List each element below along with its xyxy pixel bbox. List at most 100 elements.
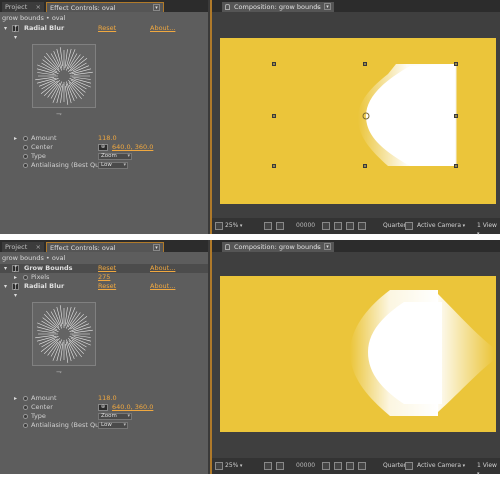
tab-composition[interactable]: Composition: grow bounds × ▾ [222, 2, 334, 12]
stopwatch-icon[interactable] [23, 136, 28, 141]
preview-toggle-icon[interactable] [215, 462, 223, 470]
panel-menu-icon[interactable]: ▾ [324, 243, 331, 250]
antialiasing-dropdown[interactable]: Low [98, 162, 128, 169]
radial-blur-preview[interactable] [32, 44, 96, 108]
tab-project[interactable]: Project × [2, 2, 44, 12]
twirl-closed-icon[interactable]: ▸ [14, 134, 17, 143]
close-icon[interactable]: × [315, 242, 320, 252]
layer-handle[interactable] [272, 114, 276, 118]
comp-canvas[interactable] [220, 276, 496, 432]
region-icon[interactable] [405, 462, 413, 470]
lock-icon[interactable] [225, 4, 230, 10]
param-row-pixels[interactable]: ▸ Pixels 275 [0, 273, 208, 282]
panel-menu-icon[interactable]: ▾ [153, 4, 160, 11]
param-row-amount[interactable]: ▸ Amount 118.0 [0, 394, 208, 403]
about-link[interactable]: About... [150, 282, 175, 291]
safe-zones-icon[interactable] [264, 222, 272, 230]
close-icon[interactable]: × [36, 242, 41, 252]
comp-viewer[interactable] [212, 12, 500, 218]
fx-toggle-icon[interactable]: ƒ [12, 265, 19, 272]
timecode[interactable]: 00000 [296, 462, 315, 470]
show-snapshot-icon[interactable] [334, 222, 342, 230]
camera-dropdown[interactable]: Active Camera [417, 222, 465, 230]
twirl-open-icon[interactable]: ▾ [14, 291, 17, 300]
param-row-antialiasing[interactable]: Antialiasing (Best Quali Low [0, 161, 208, 170]
twirl-open-icon[interactable]: ▾ [14, 33, 17, 42]
tab-project[interactable]: Project × [2, 242, 44, 252]
close-icon[interactable]: × [315, 2, 320, 12]
crosshair-icon[interactable]: ⊕ [98, 144, 108, 151]
stopwatch-icon[interactable] [23, 396, 28, 401]
param-row-antialiasing[interactable]: Antialiasing (Best Quali Low [0, 421, 208, 430]
stopwatch-icon[interactable] [23, 414, 28, 419]
layer-handle[interactable] [272, 164, 276, 168]
tab-effect-controls[interactable]: Effect Controls: oval ▾ [46, 2, 164, 12]
twirl-open-icon[interactable]: ▾ [4, 264, 7, 273]
region-icon[interactable] [405, 222, 413, 230]
close-icon[interactable]: × [36, 2, 41, 12]
tab-effect-controls[interactable]: Effect Controls: oval ▾ [46, 242, 164, 252]
twirl-closed-icon[interactable]: ▸ [14, 273, 17, 282]
preview-toggle-icon[interactable] [215, 222, 223, 230]
snapshot-icon[interactable] [322, 462, 330, 470]
color-icon[interactable] [358, 222, 366, 230]
view-layout-dropdown[interactable]: 1 View [477, 222, 500, 230]
param-row-type[interactable]: Type Zoom [0, 152, 208, 161]
layer-handle[interactable] [454, 62, 458, 66]
amount-value[interactable]: 118.0 [98, 134, 117, 143]
channel-icon[interactable] [346, 222, 354, 230]
param-row-center[interactable]: Center ⊕ 640.0, 360.0 [0, 403, 208, 412]
comp-canvas[interactable] [220, 38, 496, 204]
tab-composition[interactable]: Composition: grow bounds × ▾ [222, 242, 334, 252]
oval-layer[interactable] [220, 276, 496, 432]
show-snapshot-icon[interactable] [334, 462, 342, 470]
about-link[interactable]: About... [150, 24, 175, 33]
type-dropdown[interactable]: Zoom [98, 153, 132, 160]
pixels-value[interactable]: 275 [98, 273, 110, 282]
zoom-dropdown[interactable]: 25% [225, 222, 242, 230]
stopwatch-icon[interactable] [23, 275, 28, 280]
lock-icon[interactable] [225, 244, 230, 250]
layer-handle[interactable] [454, 164, 458, 168]
param-row-amount[interactable]: ▸ Amount 118.0 [0, 134, 208, 143]
center-value[interactable]: 640.0, 360.0 [112, 143, 153, 152]
radial-blur-preview[interactable] [32, 302, 96, 366]
reset-link[interactable]: Reset [98, 24, 116, 33]
layer-handle[interactable] [363, 62, 367, 66]
amount-value[interactable]: 118.0 [98, 394, 117, 403]
stopwatch-icon[interactable] [23, 145, 28, 150]
stopwatch-icon[interactable] [23, 405, 28, 410]
layer-handle[interactable] [454, 114, 458, 118]
param-row-center[interactable]: Center ⊕ 640.0, 360.0 [0, 143, 208, 152]
type-dropdown[interactable]: Zoom [98, 413, 132, 420]
grid-icon[interactable] [276, 462, 284, 470]
reset-link[interactable]: Reset [98, 282, 116, 291]
stopwatch-icon[interactable] [23, 163, 28, 168]
safe-zones-icon[interactable] [264, 462, 272, 470]
channel-icon[interactable] [346, 462, 354, 470]
snapshot-icon[interactable] [322, 222, 330, 230]
fx-toggle-icon[interactable]: ƒ [12, 25, 19, 32]
effect-row-radial-blur[interactable]: ▾ ƒ Radial Blur Reset About... [0, 282, 208, 291]
stopwatch-icon[interactable] [23, 423, 28, 428]
zoom-dropdown[interactable]: 25% [225, 462, 242, 470]
layer-handle[interactable] [363, 164, 367, 168]
timecode[interactable]: 00000 [296, 222, 315, 230]
fx-toggle-icon[interactable]: ƒ [12, 283, 19, 290]
effect-row-radial-blur[interactable]: ▾ ƒ Radial Blur Reset About... [0, 24, 208, 33]
crosshair-icon[interactable]: ⊕ [98, 404, 108, 411]
stopwatch-icon[interactable] [23, 154, 28, 159]
effect-row-grow-bounds[interactable]: ▾ ƒ Grow Bounds Reset About... [0, 264, 208, 273]
reset-link[interactable]: Reset [98, 264, 116, 273]
center-value[interactable]: 640.0, 360.0 [112, 403, 153, 412]
twirl-open-icon[interactable]: ▾ [4, 24, 7, 33]
grid-icon[interactable] [276, 222, 284, 230]
layer-handle[interactable] [272, 62, 276, 66]
comp-viewer[interactable] [212, 252, 500, 458]
panel-menu-icon[interactable]: ▾ [324, 3, 331, 10]
panel-menu-icon[interactable]: ▾ [153, 244, 160, 251]
about-link[interactable]: About... [150, 264, 175, 273]
color-icon[interactable] [358, 462, 366, 470]
camera-dropdown[interactable]: Active Camera [417, 462, 465, 470]
view-layout-dropdown[interactable]: 1 View [477, 462, 500, 470]
